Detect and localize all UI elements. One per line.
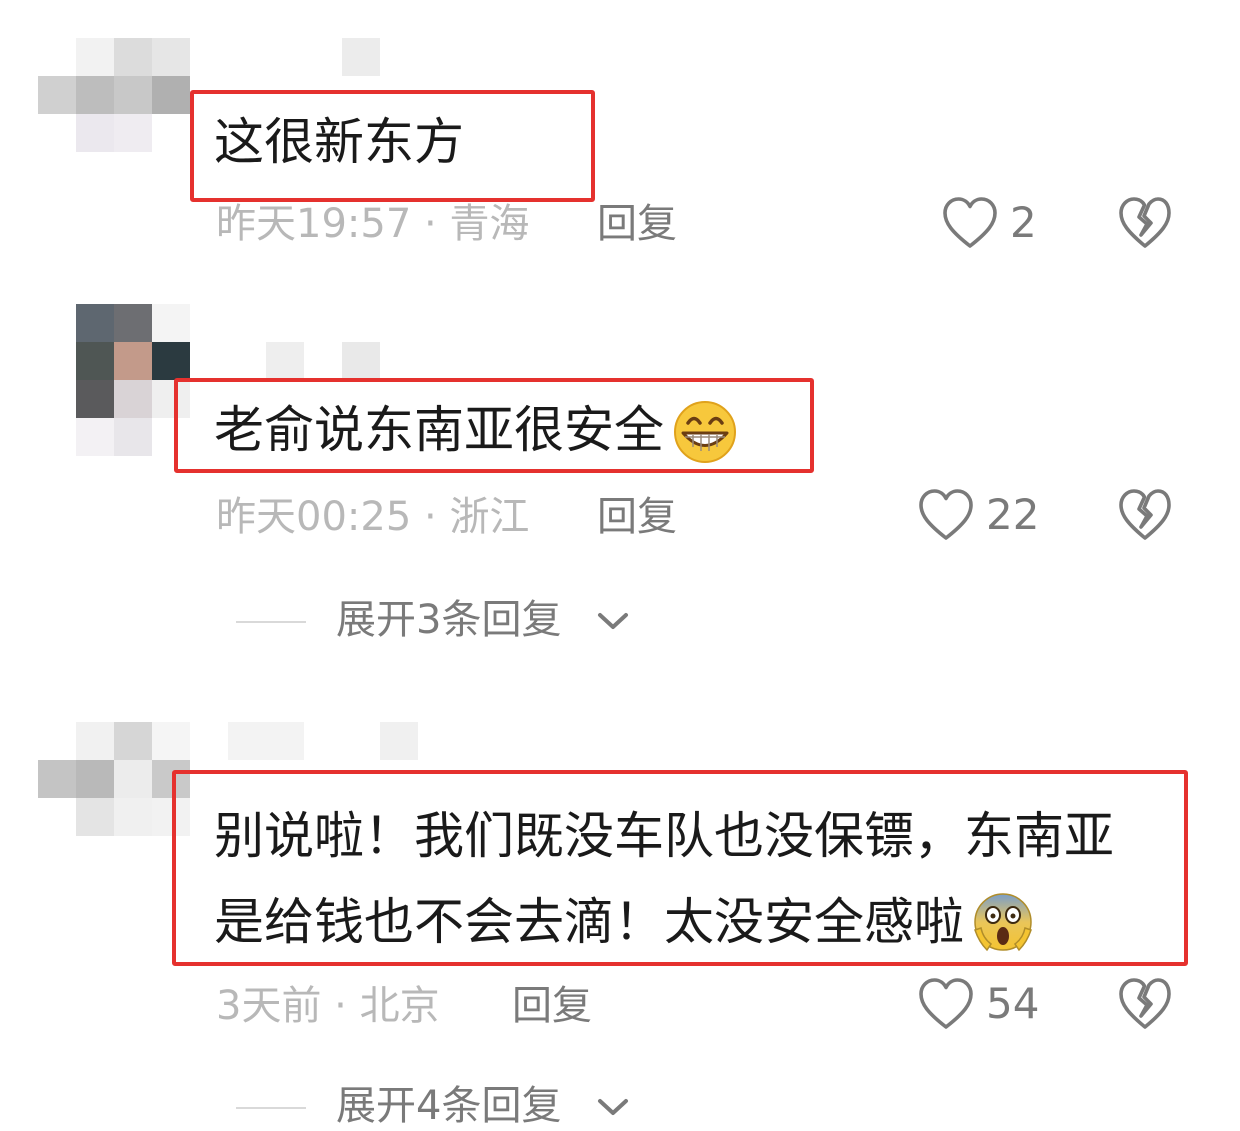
comment-location: 青海	[449, 201, 530, 247]
avatar[interactable]	[76, 304, 190, 456]
like-button[interactable]: 54	[918, 977, 1046, 1031]
meta-separator: ·	[424, 201, 437, 247]
reply-button[interactable]: 回复	[597, 493, 677, 541]
highlight-box	[190, 90, 595, 202]
comment-time: 昨天00:25	[216, 494, 412, 540]
highlight-box	[174, 378, 814, 473]
comment-meta: 昨天19:57 · 青海	[216, 200, 529, 248]
broken-heart-icon[interactable]	[1118, 488, 1172, 542]
expand-replies[interactable]: 展开3条回复	[236, 596, 656, 648]
like-count: 2	[1010, 198, 1037, 247]
divider-line	[236, 1107, 306, 1109]
divider-line	[236, 621, 306, 623]
like-count: 54	[986, 979, 1040, 1028]
like-button[interactable]: 2	[942, 196, 1046, 250]
highlight-box	[172, 770, 1188, 966]
expand-replies[interactable]: 展开4条回复	[236, 1082, 656, 1131]
comment-time: 3天前	[216, 983, 322, 1029]
username-blurred[interactable]	[228, 722, 304, 760]
broken-heart-icon[interactable]	[1118, 977, 1172, 1031]
chevron-down-icon	[598, 1099, 628, 1115]
broken-heart-icon[interactable]	[1118, 196, 1172, 250]
expand-replies-label: 展开3条回复	[336, 597, 562, 643]
chevron-down-icon	[598, 613, 628, 629]
username-blurred[interactable]	[342, 342, 380, 380]
comment-time: 昨天19:57	[216, 201, 412, 247]
like-button[interactable]: 22	[918, 488, 1046, 542]
avatar[interactable]	[38, 722, 190, 836]
meta-separator: ·	[334, 983, 347, 1029]
heart-outline-icon	[919, 489, 973, 540]
reply-button[interactable]: 回复	[597, 200, 677, 248]
reply-button[interactable]: 回复	[512, 982, 592, 1030]
meta-separator: ·	[424, 494, 437, 540]
avatar[interactable]	[38, 38, 190, 152]
comment-location: 浙江	[449, 494, 530, 540]
expand-replies-label: 展开4条回复	[336, 1083, 562, 1129]
username-blurred[interactable]	[342, 38, 380, 76]
username-blurred[interactable]	[380, 722, 418, 760]
heart-outline-icon	[943, 197, 997, 248]
comment-meta: 3天前 · 北京	[216, 982, 440, 1030]
username-blurred[interactable]	[266, 342, 304, 380]
heart-outline-icon	[919, 978, 973, 1029]
like-count: 22	[986, 490, 1040, 539]
comment-meta: 昨天00:25 · 浙江	[216, 493, 529, 541]
comment-location: 北京	[359, 983, 440, 1029]
